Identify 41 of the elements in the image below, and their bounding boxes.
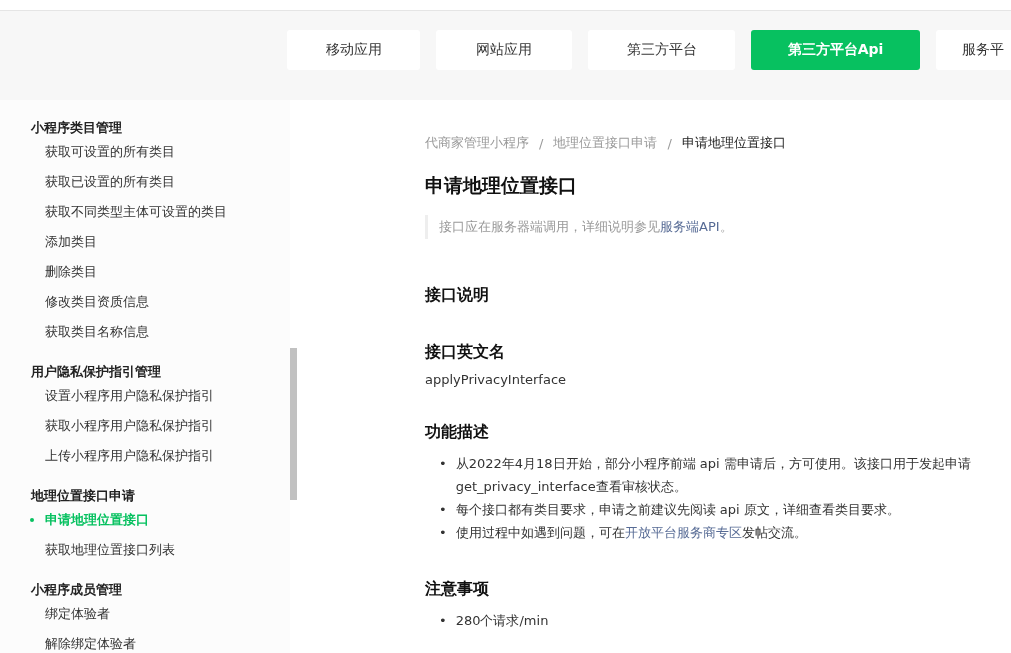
sidebar-item[interactable]: 获取可设置的所有类目: [31, 142, 175, 172]
breadcrumb-current: 申请地理位置接口: [681, 134, 786, 152]
sidebar-item[interactable]: 获取小程序用户隐私保护指引: [31, 416, 214, 446]
page-title: 申请地理位置接口: [425, 173, 578, 198]
sidebar-group-title: 小程序成员管理: [31, 581, 123, 599]
bullet-marker: •: [439, 455, 447, 473]
sidebar-item[interactable]: 获取地理位置接口列表: [31, 540, 175, 570]
bullet-marker: •: [439, 501, 447, 519]
sidebar-item[interactable]: 获取不同类型主体可设置的类目: [31, 202, 227, 232]
note-text: 接口应在服务器端调用，详细说明参见服务端API。: [425, 215, 733, 239]
sidebar-item[interactable]: 获取类目名称信息: [31, 322, 149, 352]
server-api-link[interactable]: 服务端API: [660, 219, 720, 234]
sidebar-group-title: 小程序类目管理: [31, 119, 123, 137]
paragraph: applyPrivacyInterface: [425, 372, 568, 387]
bullet-item: 每个接口都有类目要求，申请之前建议先阅读 api 原文，详细查看类目要求。: [455, 501, 900, 519]
nav-tab[interactable]: 网站应用: [436, 30, 572, 70]
sidebar-item[interactable]: 绑定体验者: [31, 604, 110, 634]
forum-link[interactable]: 开放平台服务商专区: [624, 525, 742, 540]
bullet-item: 从2022年4月18日开始，部分小程序前端 api 需申请后，方可使用。该接口用于发起申请 get_privacy_interface查看审核状态。: [455, 455, 971, 496]
bullet-marker: •: [439, 524, 447, 542]
breadcrumb-separator: /: [667, 135, 672, 151]
breadcrumb-separator: /: [539, 135, 544, 151]
section-heading: 功能描述: [425, 421, 490, 443]
nav-tab[interactable]: 服务平: [936, 30, 1011, 70]
sidebar-item[interactable]: 添加类目: [31, 232, 97, 262]
nav-tab[interactable]: 移动应用: [287, 30, 420, 70]
section-heading: 接口英文名: [425, 341, 506, 363]
sidebar-group-title: 地理位置接口申请: [31, 487, 136, 505]
sidebar-item[interactable]: 修改类目资质信息: [31, 292, 149, 322]
sidebar-group-title: 用户隐私保护指引管理: [31, 363, 162, 381]
bullet-item: 280个请求/min: [455, 612, 549, 630]
sidebar-item[interactable]: 上传小程序用户隐私保护指引: [31, 446, 214, 476]
section-heading: 接口说明: [425, 284, 490, 306]
sidebar-item[interactable]: 获取已设置的所有类目: [31, 172, 175, 202]
sidebar-item[interactable]: 解除绑定体验者: [31, 634, 136, 653]
section-heading: 注意事项: [425, 578, 490, 600]
bullet-marker: •: [439, 612, 447, 630]
nav-tab[interactable]: 第三方平台: [588, 30, 735, 70]
sidebar-item[interactable]: 删除类目: [31, 262, 97, 292]
bullet-item: 使用过程中如遇到问题，可在开放平台服务商专区发帖交流。: [455, 524, 807, 542]
sidebar-item[interactable]: 设置小程序用户隐私保护指引: [31, 386, 214, 416]
